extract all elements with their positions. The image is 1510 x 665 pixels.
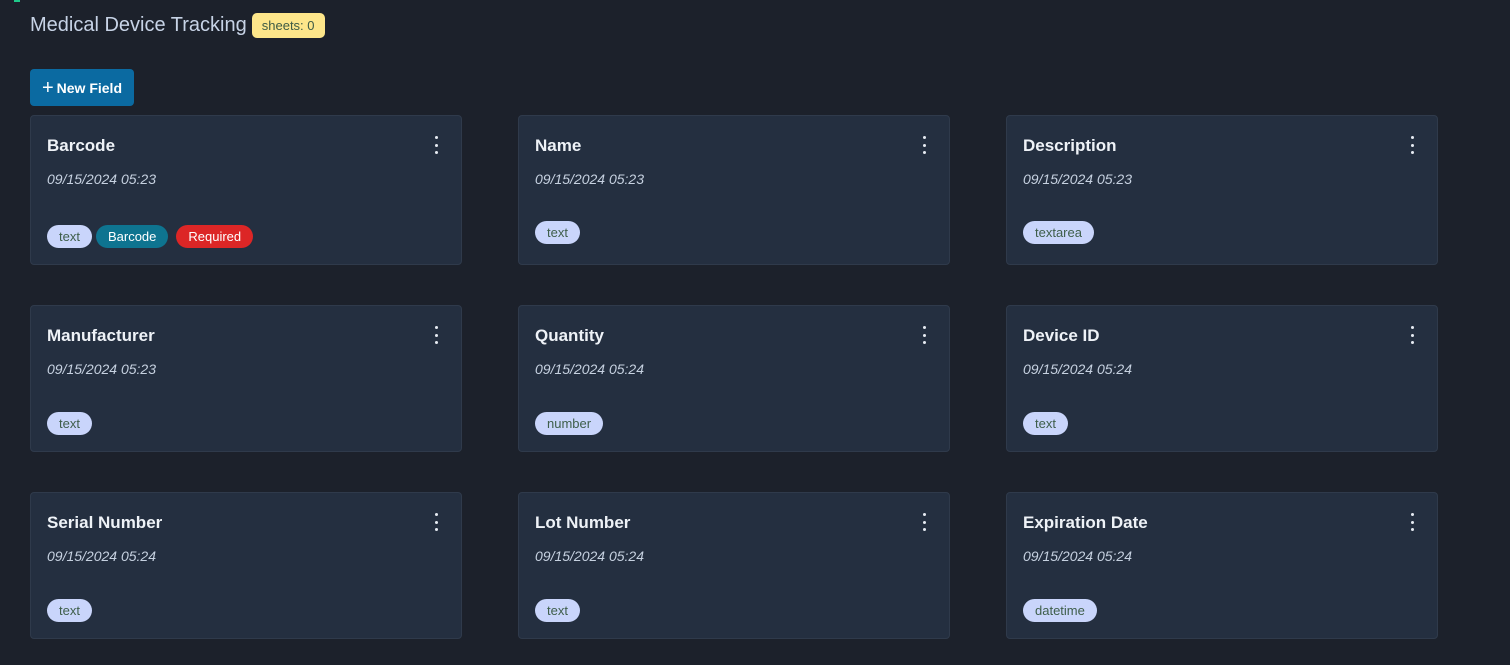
field-name: Expiration Date [1023,513,1148,532]
field-card-manufacturer[interactable]: Manufacturer 09/15/2024 05:23 text [30,305,462,452]
more-options-icon[interactable] [433,513,439,531]
field-name: Description [1023,136,1117,155]
field-name: Manufacturer [47,326,155,345]
field-type-tag: text [47,599,92,622]
field-date: 09/15/2024 05:24 [47,548,156,564]
field-tags: textarea [1023,221,1094,244]
field-date: 09/15/2024 05:23 [47,361,156,377]
field-type-tag: text [47,412,92,435]
field-name: Name [535,136,582,155]
field-date: 09/15/2024 05:23 [1023,171,1132,187]
field-type-tag: text [535,221,580,244]
sheets-count-badge: sheets: 0 [251,13,325,38]
field-tags: text [47,599,92,622]
field-tags: text Barcode Required [47,225,254,248]
field-name: Lot Number [535,513,631,532]
field-tags: text [1023,412,1068,435]
page-header: Medical Device Tracking sheets: 0 [30,13,325,38]
page-title: Medical Device Tracking [30,14,247,36]
field-name: Serial Number [47,513,163,532]
field-name: Quantity [535,326,604,345]
field-card-device-id[interactable]: Device ID 09/15/2024 05:24 text [1006,305,1438,452]
more-options-icon[interactable] [433,136,439,154]
field-tags: number [535,412,604,435]
new-field-label: New Field [56,79,123,96]
field-type-tag: text [1023,412,1068,435]
field-type-tag: datetime [1023,599,1097,622]
more-options-icon[interactable] [1409,326,1415,344]
field-type-tag: text [47,225,92,248]
field-type-tag: text [535,599,580,622]
field-date: 09/15/2024 05:24 [535,548,644,564]
field-type-tag: number [535,412,604,435]
field-date: 09/15/2024 05:24 [1023,361,1132,377]
field-card-expiration-date[interactable]: Expiration Date 09/15/2024 05:24 datetim… [1006,492,1438,639]
field-card-description[interactable]: Description 09/15/2024 05:23 textarea [1006,115,1438,265]
field-date: 09/15/2024 05:23 [535,171,644,187]
top-accent-mark [14,0,20,2]
field-date: 09/15/2024 05:23 [47,171,156,187]
fields-grid: Barcode 09/15/2024 05:23 text Barcode Re… [30,115,1438,639]
field-tags: text [535,221,580,244]
new-field-button[interactable]: + New Field [30,69,134,106]
field-type-tag: textarea [1023,221,1094,244]
field-name: Device ID [1023,326,1100,345]
field-card-barcode[interactable]: Barcode 09/15/2024 05:23 text Barcode Re… [30,115,462,265]
field-card-lot-number[interactable]: Lot Number 09/15/2024 05:24 text [518,492,950,639]
field-date: 09/15/2024 05:24 [535,361,644,377]
more-options-icon[interactable] [921,513,927,531]
field-tags: text [535,599,580,622]
required-tag: Required [176,225,254,248]
field-card-quantity[interactable]: Quantity 09/15/2024 05:24 number [518,305,950,452]
plus-icon: + [41,76,54,99]
field-tags: text [47,412,92,435]
more-options-icon[interactable] [1409,136,1415,154]
field-card-serial-number[interactable]: Serial Number 09/15/2024 05:24 text [30,492,462,639]
field-date: 09/15/2024 05:24 [1023,548,1132,564]
more-options-icon[interactable] [921,136,927,154]
barcode-tag: Barcode [95,225,169,248]
more-options-icon[interactable] [433,326,439,344]
more-options-icon[interactable] [921,326,927,344]
field-card-name[interactable]: Name 09/15/2024 05:23 text [518,115,950,265]
field-name: Barcode [47,136,116,155]
more-options-icon[interactable] [1409,513,1415,531]
field-tags: datetime [1023,599,1097,622]
